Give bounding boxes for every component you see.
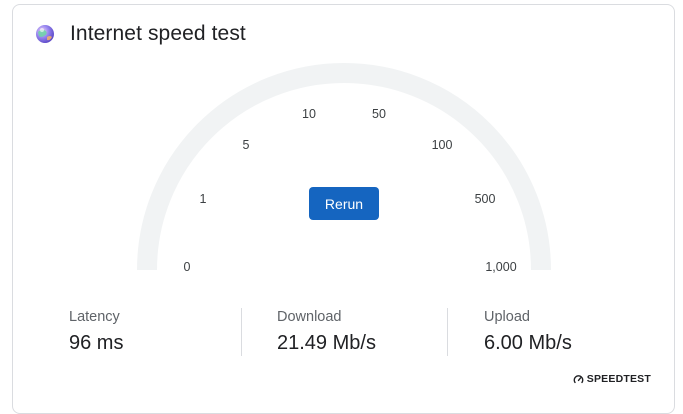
gauge-track bbox=[137, 63, 551, 271]
gauge-tick-5: 5 bbox=[242, 138, 250, 152]
gauge-tick-0: 0 bbox=[183, 260, 191, 274]
latency-label: Latency bbox=[69, 309, 120, 325]
latency-stat: Latency 96 ms bbox=[69, 308, 123, 355]
upload-value: 6.00 Mb/s bbox=[484, 332, 572, 354]
upload-stat: Upload 6.00 Mb/s bbox=[484, 308, 572, 355]
gauge-tick-500: 500 bbox=[474, 192, 496, 206]
gauge-tick-50: 50 bbox=[372, 107, 386, 121]
upload-label: Upload bbox=[484, 309, 530, 325]
stats-divider bbox=[241, 308, 242, 356]
latency-value: 96 ms bbox=[69, 332, 124, 354]
gauge-tick-1: 1 bbox=[199, 192, 207, 206]
gauge-tick-10: 10 bbox=[302, 107, 316, 121]
download-stat: Download 21.49 Mb/s bbox=[277, 308, 376, 355]
download-value: 21.49 Mb/s bbox=[277, 332, 376, 354]
gauge-arc bbox=[137, 63, 551, 271]
rerun-button[interactable]: Rerun bbox=[309, 187, 379, 220]
speedtest-brand[interactable]: SPEEDTEST bbox=[573, 373, 651, 385]
speedometer-icon bbox=[573, 374, 584, 383]
brand-label: SPEEDTEST bbox=[586, 373, 651, 385]
stats-row: Latency 96 ms Download 21.49 Mb/s Upload… bbox=[13, 308, 676, 360]
gauge-tick-1000: 1,000 bbox=[485, 260, 517, 274]
speed-gauge: 0 1 5 10 50 100 500 1,000 Rerun bbox=[13, 5, 676, 305]
stats-divider bbox=[447, 308, 448, 356]
speed-test-card: Internet speed test 0 1 5 10 50 100 500 … bbox=[12, 4, 675, 414]
download-label: Download bbox=[277, 309, 342, 325]
gauge-tick-100: 100 bbox=[431, 138, 453, 152]
